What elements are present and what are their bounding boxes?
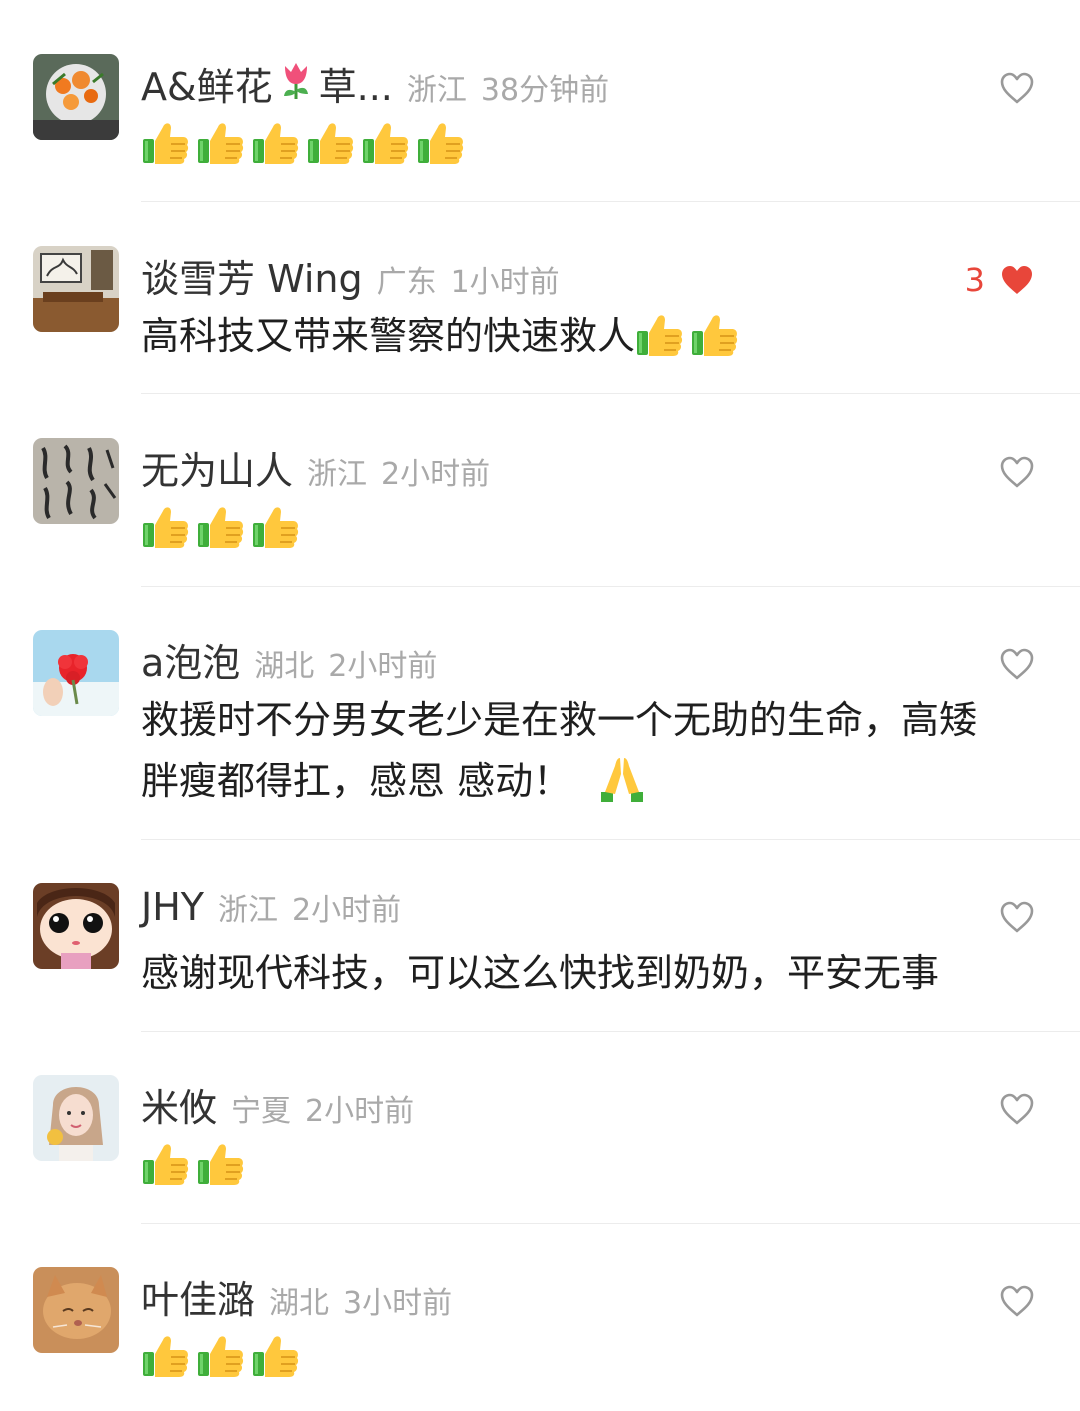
heart-outline-icon xyxy=(999,900,1035,934)
comment-location: 湖北 xyxy=(269,1286,330,1321)
user-name[interactable]: A&鲜花 xyxy=(141,56,273,111)
user-name-tail[interactable]: 草... xyxy=(319,56,393,111)
divider xyxy=(141,201,1080,202)
user-name[interactable]: JHY xyxy=(141,885,204,929)
divider xyxy=(141,586,1080,587)
comment-meta: 谈雪芳 Wing 广东 1小时前 xyxy=(141,248,560,303)
comment-meta: A&鲜花 草... 浙江 38分钟前 xyxy=(141,56,610,111)
user-name[interactable]: 米攸 xyxy=(141,1077,217,1132)
heart-outline-icon xyxy=(999,647,1035,681)
thumbs-up-icon xyxy=(141,1138,191,1188)
cat-avatar[interactable] xyxy=(33,1267,119,1353)
comment-time: 2小时前 xyxy=(381,457,491,492)
comment-text xyxy=(141,1327,1041,1388)
comment-meta: 无为山人 浙江 2小时前 xyxy=(141,440,491,495)
thumbs-up-icon xyxy=(141,501,191,551)
calligraphy-avatar[interactable] xyxy=(33,438,119,524)
comment-text xyxy=(141,114,1041,175)
comment-time: 2小时前 xyxy=(305,1094,415,1129)
heart-outline-icon xyxy=(999,455,1035,489)
heart-outline-icon xyxy=(999,71,1035,105)
comment-time: 2小时前 xyxy=(328,649,438,684)
like-button[interactable]: 3 xyxy=(965,260,1035,300)
thumbs-up-icon xyxy=(141,117,191,167)
like-button[interactable] xyxy=(999,452,1035,492)
comment-location: 浙江 xyxy=(406,73,467,108)
comment-text: 感谢现代科技，可以这么快找到奶奶，平安无事 xyxy=(141,951,940,995)
thumbs-up-icon xyxy=(361,117,411,167)
like-count: 3 xyxy=(964,261,985,299)
thumbs-up-icon xyxy=(690,309,740,359)
thumbs-up-icon xyxy=(196,1138,246,1188)
user-name[interactable]: 叶佳潞 xyxy=(141,1269,255,1324)
divider xyxy=(141,1223,1080,1224)
user-name[interactable]: 谈雪芳 Wing xyxy=(141,248,363,303)
heart-outline-icon xyxy=(999,1284,1035,1318)
thumbs-up-icon xyxy=(306,117,356,167)
portrait-avatar[interactable] xyxy=(33,1075,119,1161)
comment-time: 2小时前 xyxy=(292,893,402,928)
comment-location: 广东 xyxy=(376,265,437,300)
comment-meta: 叶佳潞 湖北 3小时前 xyxy=(141,1269,453,1324)
thumbs-up-icon xyxy=(141,1330,191,1380)
comment-text: 高科技又带来警察的快速救人 xyxy=(141,306,1041,367)
divider xyxy=(141,393,1080,394)
like-button[interactable] xyxy=(999,1281,1035,1321)
thumbs-up-icon xyxy=(251,1330,301,1380)
comment-location: 湖北 xyxy=(254,649,315,684)
comment-text xyxy=(141,1135,1041,1196)
user-name[interactable]: 无为山人 xyxy=(141,440,293,495)
comment-text-line: 救援时不分男女老少是在救一个无助的生命，高矮 xyxy=(141,698,978,742)
heart-outline-icon xyxy=(999,1092,1035,1126)
like-button[interactable] xyxy=(999,897,1035,937)
user-name[interactable]: a泡泡 xyxy=(141,632,240,687)
bouquet-avatar[interactable] xyxy=(33,54,119,140)
thumbs-up-icon xyxy=(635,309,685,359)
cartoon-girl-avatar[interactable] xyxy=(33,883,119,969)
comment-text-content: 胖瘦都得扛，感恩 感动！ xyxy=(141,759,572,803)
comment-location: 浙江 xyxy=(218,893,278,928)
comment-time: 3小时前 xyxy=(343,1286,453,1321)
like-button[interactable] xyxy=(999,644,1035,684)
heart-filled-icon xyxy=(999,263,1035,297)
divider xyxy=(141,1031,1080,1032)
thumbs-up-icon xyxy=(196,117,246,167)
comment-location: 浙江 xyxy=(307,457,368,492)
thumbs-up-icon xyxy=(196,501,246,551)
flower-avatar[interactable] xyxy=(33,630,119,716)
like-button[interactable] xyxy=(999,68,1035,108)
comment-meta: a泡泡 湖北 2小时前 xyxy=(141,632,438,687)
comment-time: 1小时前 xyxy=(450,265,560,300)
comment-text-line-2: 胖瘦都得扛，感恩 感动！ xyxy=(141,751,1041,812)
comment-time: 38分钟前 xyxy=(480,73,610,108)
comment-meta: JHY 浙江 2小时前 xyxy=(141,885,401,937)
comment-meta: 米攸 宁夏 2小时前 xyxy=(141,1077,415,1132)
thumbs-up-icon xyxy=(416,117,466,167)
comment-text: 救援时不分男女老少是在救一个无助的生命，高矮 胖瘦都得扛，感恩 感动！ xyxy=(141,690,1041,812)
comment-text-content: 高科技又带来警察的快速救人 xyxy=(141,314,636,358)
comment-text xyxy=(141,498,1041,559)
divider xyxy=(141,839,1080,840)
thumbs-up-icon xyxy=(251,501,301,551)
comment-location: 宁夏 xyxy=(231,1094,292,1129)
room-avatar[interactable] xyxy=(33,246,119,332)
praying-hands-icon xyxy=(597,754,647,804)
thumbs-up-icon xyxy=(196,1330,246,1380)
thumbs-up-icon xyxy=(251,117,301,167)
tulip-icon xyxy=(283,63,308,99)
like-button[interactable] xyxy=(999,1089,1035,1129)
